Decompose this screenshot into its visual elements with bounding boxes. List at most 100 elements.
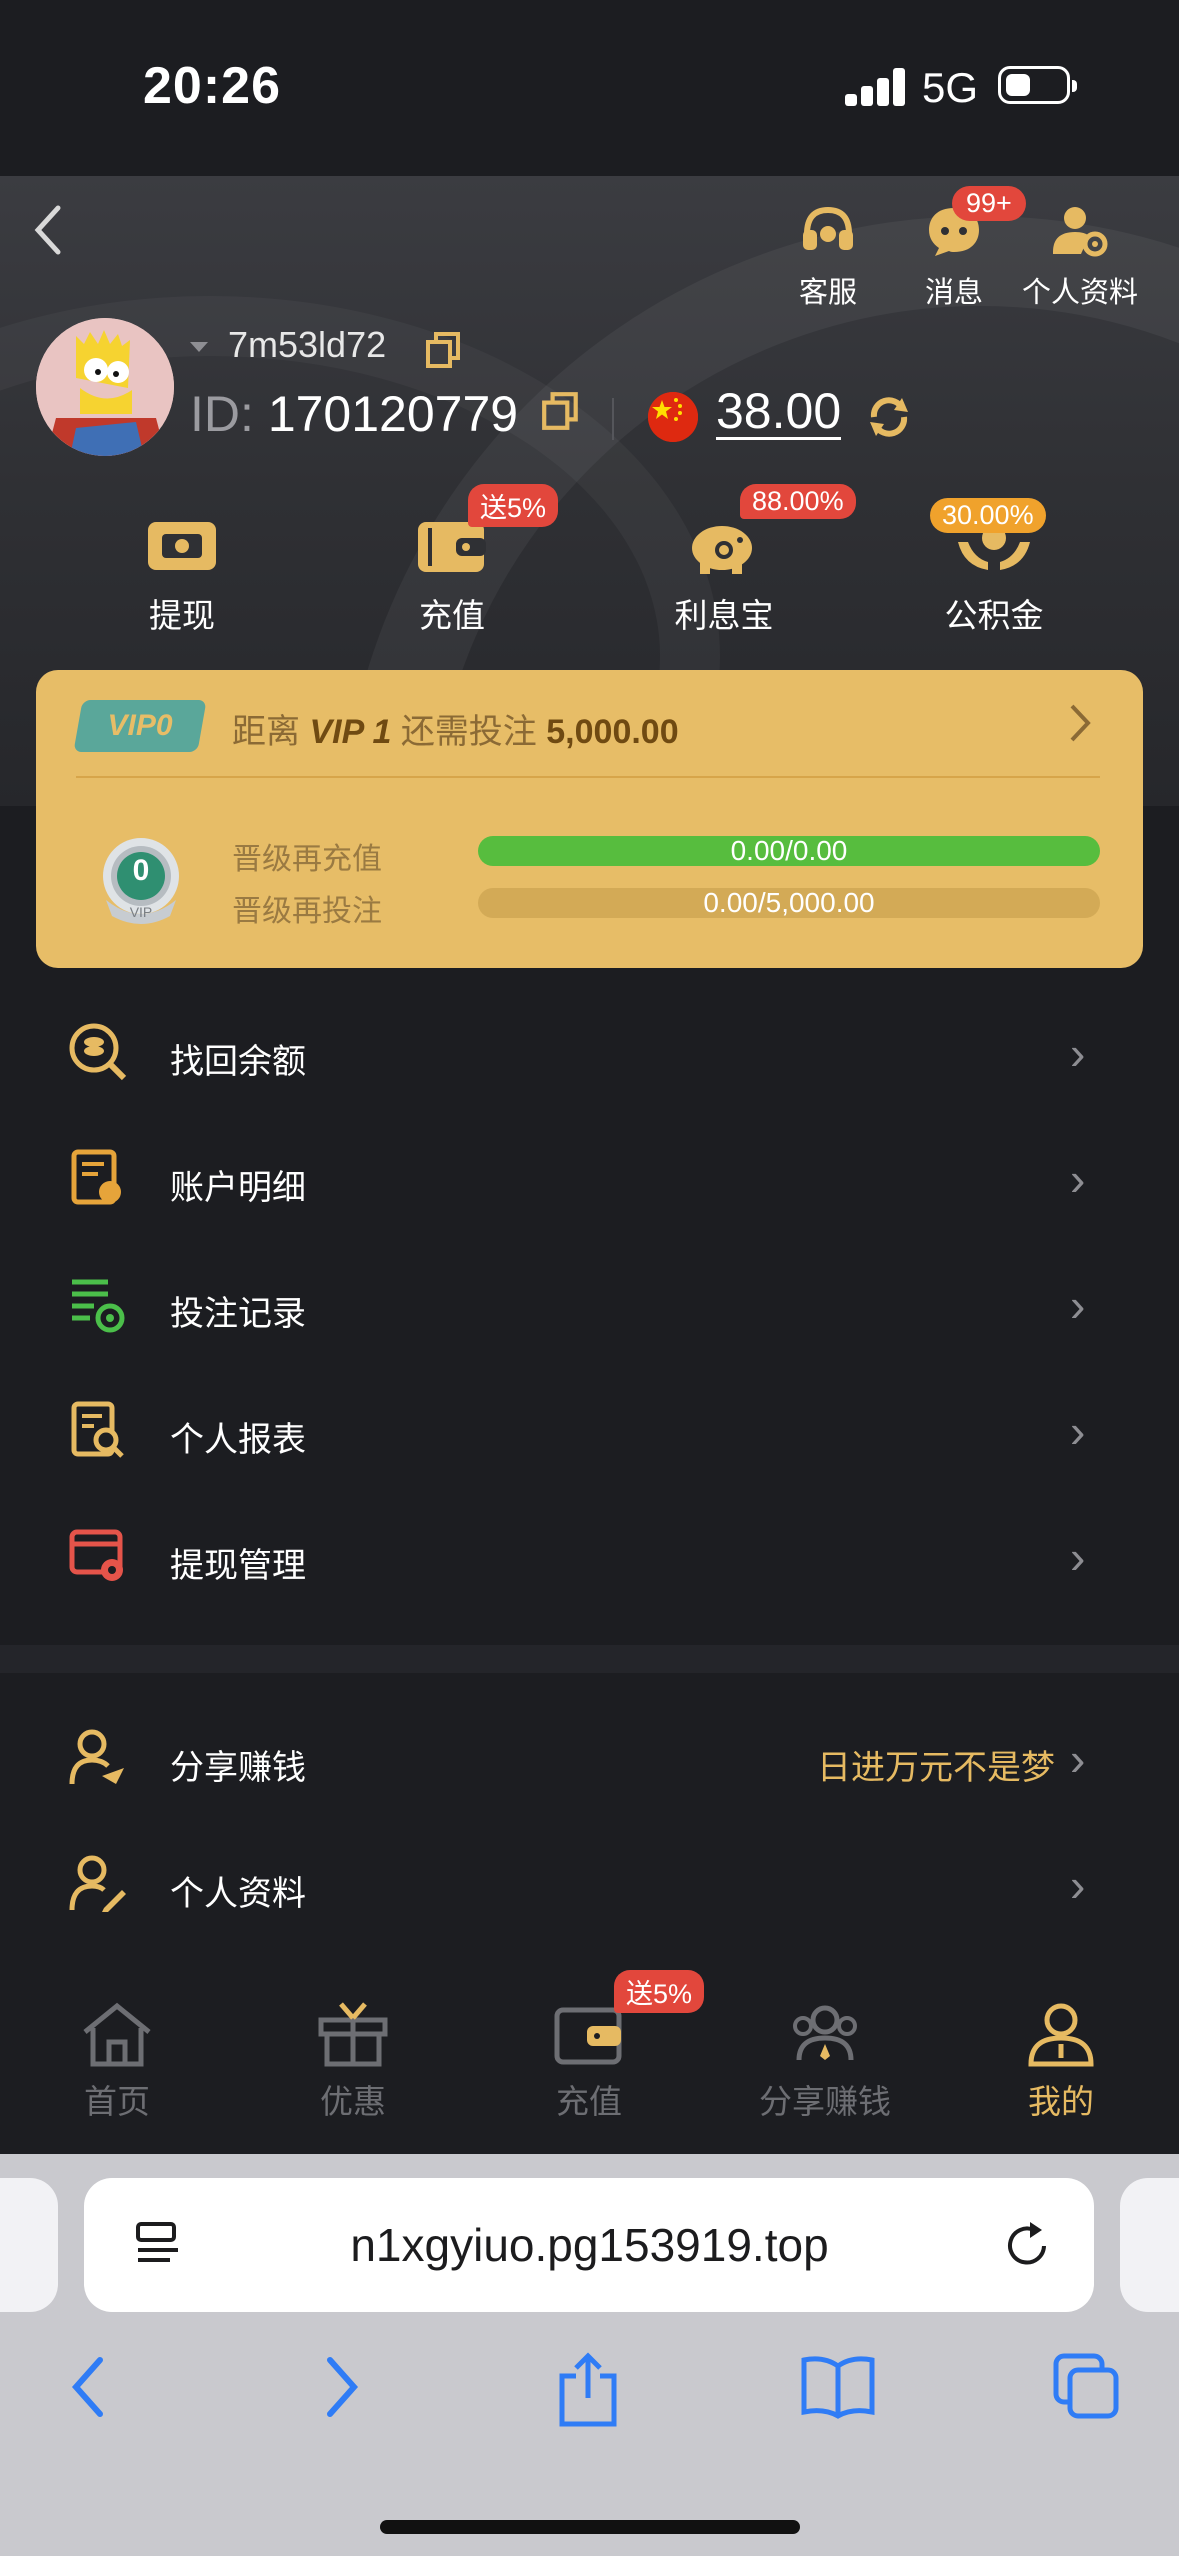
menu-item-label: 分享赚钱	[170, 1749, 306, 1787]
withdraw-label: 提现	[149, 597, 215, 634]
piggy-bank-icon	[692, 526, 752, 574]
tab-label: 优惠	[320, 2083, 386, 2120]
coin-search-icon	[68, 1022, 128, 1087]
vip-medal-number: 0	[132, 854, 150, 887]
back-chevron-icon[interactable]	[28, 200, 68, 273]
vip-chevron-icon	[1066, 700, 1094, 751]
username: 7m53ld72	[228, 324, 387, 365]
upgrade-recharge-label: 晋级再充值	[232, 843, 382, 876]
tabs-icon[interactable]	[1052, 2352, 1122, 2427]
vip-medal-tag: VIP	[129, 904, 153, 920]
user-icon	[1028, 2003, 1094, 2067]
home-indicator	[380, 2520, 800, 2534]
withdraw-manage-icon	[68, 1526, 128, 1591]
tab-label: 首页	[84, 2083, 150, 2120]
home-icon	[83, 2002, 151, 2067]
user-id-label: ID:	[190, 386, 254, 442]
user-id: ID: 170120779	[190, 385, 518, 443]
interest-label: 利息宝	[674, 597, 774, 634]
gift-icon	[318, 2002, 388, 2067]
signal-icon	[845, 66, 905, 106]
upgrade-bet-progress: 0.00/5,000.00	[478, 888, 1100, 918]
tab-home[interactable]: 首页	[32, 2000, 202, 2123]
vip-level-badge: VIP0	[73, 700, 207, 752]
bookmarks-icon[interactable]	[800, 2352, 876, 2427]
menu-item-recover-balance[interactable]: 找回余额 ›	[0, 992, 1179, 1118]
interest-rate-tag: 88.00%	[740, 484, 856, 519]
fund-rate-tag: 30.00%	[930, 498, 1046, 533]
tab-label: 充值	[556, 2083, 622, 2120]
tab-label: 分享赚钱	[759, 2083, 891, 2120]
menu-item-profile[interactable]: 个人资料 ›	[0, 1824, 1179, 1950]
fund-label: 公积金	[944, 597, 1044, 634]
menu-item-withdraw-management[interactable]: 提现管理 ›	[0, 1496, 1179, 1622]
menu-item-label: 找回余额	[170, 1043, 306, 1081]
avatar[interactable]	[36, 318, 174, 456]
profile-button[interactable]: 个人资料	[1020, 204, 1140, 311]
balance-amount: 38.00	[716, 383, 842, 440]
user-gear-icon	[1053, 207, 1108, 257]
recharge-button[interactable]: 充值	[372, 516, 532, 637]
recharge-label: 充值	[419, 597, 485, 634]
network-type: 5G	[922, 64, 979, 111]
chevron-right-icon: ›	[1070, 1405, 1086, 1457]
chevron-right-icon: ›	[1070, 1027, 1086, 1079]
user-edit-icon	[68, 1854, 128, 1919]
share-user-icon	[68, 1728, 128, 1793]
fund-button[interactable]: 公积金	[914, 516, 1074, 637]
chevron-right-icon: ›	[1070, 1279, 1086, 1331]
chevron-right-icon: ›	[1070, 1859, 1086, 1911]
tab-recharge-tag: 送5%	[614, 1970, 705, 2013]
chevron-right-icon: ›	[1070, 1531, 1086, 1583]
menu-item-label: 提现管理	[170, 1547, 306, 1585]
menu-item-bet-records[interactable]: 投注记录 ›	[0, 1244, 1179, 1370]
copy-username-icon[interactable]	[424, 330, 464, 375]
section-divider	[0, 1645, 1179, 1673]
withdraw-icon	[148, 522, 216, 570]
refresh-balance-icon[interactable]	[866, 394, 912, 445]
tab-mine[interactable]: 我的	[976, 2000, 1146, 2123]
upgrade-bet-label: 晋级再投注	[232, 895, 382, 928]
username-dropdown-icon[interactable]	[188, 340, 210, 359]
share-icon[interactable]	[556, 2352, 620, 2433]
menu-item-share-earn[interactable]: 分享赚钱 日进万元不是梦 ›	[0, 1698, 1179, 1824]
user-id-value: 170120779	[267, 386, 519, 442]
chevron-right-icon: ›	[1070, 1733, 1086, 1785]
battery-icon	[998, 66, 1077, 104]
menu-item-label: 个人资料	[170, 1875, 306, 1913]
profile-label: 个人资料	[1021, 277, 1138, 309]
tab-label: 我的	[1028, 2083, 1094, 2120]
tab-share-earn[interactable]: 分享赚钱	[740, 2000, 910, 2123]
browser-back-icon[interactable]	[68, 2352, 108, 2427]
bet-record-icon	[68, 1274, 128, 1339]
menu-item-label: 个人报表	[170, 1421, 306, 1459]
account-detail-icon	[68, 1148, 128, 1213]
share-slogan: 日进万元不是梦	[817, 1749, 1055, 1787]
chevron-right-icon: ›	[1070, 1153, 1086, 1205]
upgrade-recharge-progress: 0.00/0.00	[478, 836, 1100, 866]
china-flag-icon	[648, 392, 698, 442]
menu-item-label: 账户明细	[170, 1169, 306, 1207]
vip-card[interactable]: VIP0 距离 VIP 1 还需投注 5,000.00 0 VIP 晋级再充值 …	[36, 670, 1143, 968]
interest-button[interactable]: 利息宝	[644, 516, 804, 637]
status-time: 20:26	[143, 57, 281, 115]
menu-item-personal-report[interactable]: 个人报表 ›	[0, 1370, 1179, 1496]
report-search-icon	[68, 1400, 128, 1465]
group-users-icon	[793, 2005, 857, 2061]
tab-promotions[interactable]: 优惠	[268, 2000, 438, 2123]
customer-service-button[interactable]: 客服	[768, 204, 888, 311]
tab-recharge[interactable]: 充值	[504, 2000, 674, 2123]
menu-item-account-details[interactable]: 账户明细 ›	[0, 1118, 1179, 1244]
messages-badge: 99+	[952, 186, 1026, 221]
reload-icon[interactable]	[1000, 2218, 1054, 2277]
withdraw-button[interactable]: 提现	[102, 516, 262, 637]
copy-id-icon[interactable]	[540, 390, 582, 437]
vip-progress-text: 距离 VIP 1 还需投注 5,000.00	[232, 713, 679, 751]
divider	[612, 398, 614, 440]
recharge-bonus-tag: 送5%	[468, 484, 559, 527]
vip-divider	[76, 776, 1100, 778]
headset-icon	[803, 206, 853, 250]
messages-label: 消息	[924, 277, 983, 309]
menu-item-label: 投注记录	[170, 1295, 306, 1333]
browser-forward-icon[interactable]	[322, 2352, 362, 2427]
